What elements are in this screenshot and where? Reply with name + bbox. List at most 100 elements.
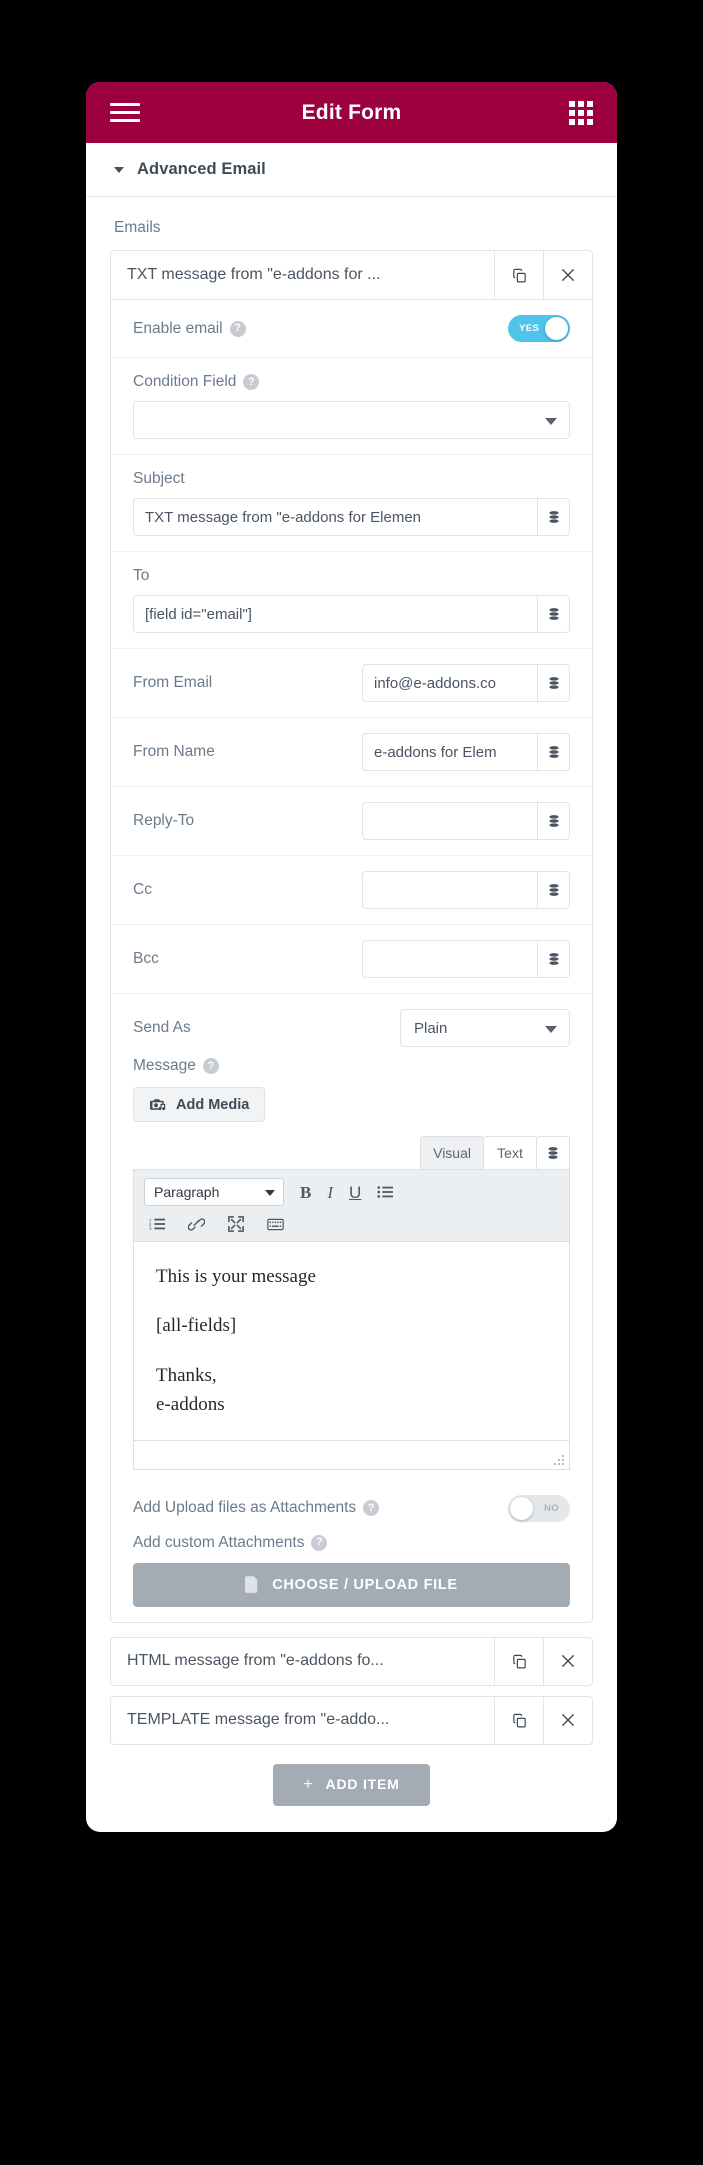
question-mark-icon[interactable]: ? xyxy=(311,1534,328,1551)
from-name-label: From Name xyxy=(133,743,215,760)
subject-input[interactable]: TXT message from "e-addons for Elemen xyxy=(133,498,537,536)
fullscreen-icon[interactable] xyxy=(228,1216,244,1232)
keyboard-shortcuts-icon[interactable] xyxy=(267,1218,284,1231)
add-media-label: Add Media xyxy=(176,1096,250,1113)
italic-icon[interactable]: I xyxy=(327,1184,333,1201)
control-send-as: Send As Plain xyxy=(111,994,592,1052)
copy-icon[interactable] xyxy=(494,1696,543,1744)
email-item-card-txt: TXT message from "e-addons for ... Enabl… xyxy=(110,250,593,1623)
control-to: To [field id="email"] xyxy=(111,552,592,649)
upload-attachments-toggle[interactable]: NO xyxy=(508,1494,570,1522)
tab-text[interactable]: Text xyxy=(483,1136,537,1169)
editor-status-bar xyxy=(134,1439,569,1469)
app-header: Edit Form xyxy=(86,82,617,143)
database-stack-icon[interactable] xyxy=(537,664,570,702)
control-from-name: From Name e-addons for Elem xyxy=(111,718,592,787)
panel-body: Emails TXT message from "e-addons for ..… xyxy=(86,197,617,1832)
editor-tabs: Visual Text xyxy=(133,1136,570,1169)
from-email-input[interactable]: info@e-addons.co xyxy=(362,664,537,702)
repeater-item-title[interactable]: TXT message from "e-addons for ... xyxy=(111,251,494,299)
add-item-label: ADD ITEM xyxy=(325,1775,400,1792)
caret-down-icon xyxy=(114,166,124,173)
reply-to-label: Reply-To xyxy=(133,812,195,829)
database-stack-icon[interactable] xyxy=(537,871,570,909)
cc-label: Cc xyxy=(133,881,152,898)
cc-input-group xyxy=(362,871,570,909)
control-condition-field: Condition Field ? xyxy=(111,358,592,455)
subject-input-group: TXT message from "e-addons for Elemen xyxy=(133,498,570,536)
add-item-button[interactable]: + ADD ITEM xyxy=(273,1763,430,1806)
control-message: Message ? Add Media Visual Text Paragrap… xyxy=(111,1052,592,1483)
question-mark-icon[interactable]: ? xyxy=(363,1500,380,1517)
message-line: [all-fields] xyxy=(156,1315,237,1337)
question-mark-icon[interactable]: ? xyxy=(243,374,260,390)
control-attachments: Add Upload files as Attachments ? NO Add… xyxy=(111,1483,592,1622)
numbered-list-icon[interactable]: 1 2 3 xyxy=(149,1217,165,1231)
message-label: Message ? xyxy=(133,1057,219,1075)
resize-grip-icon[interactable] xyxy=(552,1453,564,1465)
condition-field-select[interactable] xyxy=(133,401,570,439)
send-as-label: Send As xyxy=(133,1019,191,1036)
to-input[interactable]: [field id="email"] xyxy=(133,595,537,633)
control-from-email: From Email info@e-addons.co xyxy=(111,649,592,718)
panel-header-advanced-email[interactable]: Advanced Email xyxy=(86,143,617,197)
tab-visual[interactable]: Visual xyxy=(420,1136,484,1169)
question-mark-icon[interactable]: ? xyxy=(202,1058,219,1074)
message-line: This is your message xyxy=(156,1266,316,1287)
database-stack-icon[interactable] xyxy=(537,802,570,840)
format-select[interactable]: Paragraph xyxy=(144,1178,284,1206)
document-file-icon xyxy=(245,1576,258,1594)
toggle-state-label: YES xyxy=(519,323,540,334)
send-as-select[interactable]: Plain xyxy=(400,1009,570,1047)
bulleted-list-icon[interactable] xyxy=(377,1185,394,1199)
to-input-group: [field id="email"] xyxy=(133,595,570,633)
repeater-item-title[interactable]: HTML message from "e-addons fo... xyxy=(111,1638,494,1685)
toggle-knob xyxy=(545,317,568,340)
plus-icon: + xyxy=(303,1775,314,1793)
page-title: Edit Form xyxy=(301,100,402,124)
from-name-input[interactable]: e-addons for Elem xyxy=(362,733,537,771)
reply-to-input-group xyxy=(362,802,570,840)
link-icon[interactable] xyxy=(188,1217,205,1232)
reply-to-input[interactable] xyxy=(362,802,537,840)
copy-icon[interactable] xyxy=(494,1637,543,1685)
control-cc: Cc xyxy=(111,856,592,925)
close-x-icon[interactable] xyxy=(543,251,592,299)
from-email-label: From Email xyxy=(133,674,213,691)
toggle-state-label: NO xyxy=(543,1502,559,1514)
bcc-input[interactable] xyxy=(362,940,537,978)
underline-icon[interactable]: U xyxy=(349,1184,361,1201)
cc-input[interactable] xyxy=(362,871,537,909)
emails-section-label: Emails xyxy=(114,219,161,236)
database-stack-icon[interactable] xyxy=(536,1136,570,1169)
toggle-knob xyxy=(510,1496,533,1520)
bcc-input-group xyxy=(362,940,570,978)
editor-box: Paragraph B I U 1 2 3 This is your messa… xyxy=(133,1169,570,1470)
question-mark-icon[interactable]: ? xyxy=(229,320,246,337)
database-stack-icon[interactable] xyxy=(537,498,570,536)
copy-icon[interactable] xyxy=(494,251,543,299)
enable-email-toggle[interactable]: YES xyxy=(508,315,570,342)
database-stack-icon[interactable] xyxy=(537,733,570,771)
grid-apps-icon[interactable] xyxy=(569,100,593,125)
repeater-row-header: TXT message from "e-addons for ... xyxy=(111,251,592,300)
database-stack-icon[interactable] xyxy=(537,940,570,978)
close-x-icon[interactable] xyxy=(543,1696,592,1744)
control-enable-email: Enable email ? YES xyxy=(111,300,592,358)
from-name-input-group: e-addons for Elem xyxy=(362,733,570,771)
choose-upload-file-button[interactable]: CHOOSE / UPLOAD FILE xyxy=(133,1562,570,1607)
add-media-button[interactable]: Add Media xyxy=(133,1087,266,1122)
database-stack-icon[interactable] xyxy=(537,595,570,633)
bold-icon[interactable]: B xyxy=(300,1184,311,1201)
email-item-row-template: TEMPLATE message from "e-addo... xyxy=(110,1695,593,1745)
hamburger-menu-icon[interactable] xyxy=(110,98,140,127)
wysiwyg-editor: Visual Text Paragraph B I U 1 2 3 This i… xyxy=(133,1136,570,1470)
control-subject: Subject TXT message from "e-addons for E… xyxy=(111,455,592,552)
control-reply-to: Reply-To xyxy=(111,787,592,856)
subject-label: Subject xyxy=(133,470,185,487)
condition-field-label: Condition Field ? xyxy=(133,373,260,391)
repeater-item-title[interactable]: TEMPLATE message from "e-addo... xyxy=(111,1697,494,1744)
message-content[interactable]: This is your message [all-fields] Thanks… xyxy=(134,1242,569,1440)
close-x-icon[interactable] xyxy=(543,1637,592,1685)
custom-attachments-label: Add custom Attachments ? xyxy=(133,1534,328,1552)
